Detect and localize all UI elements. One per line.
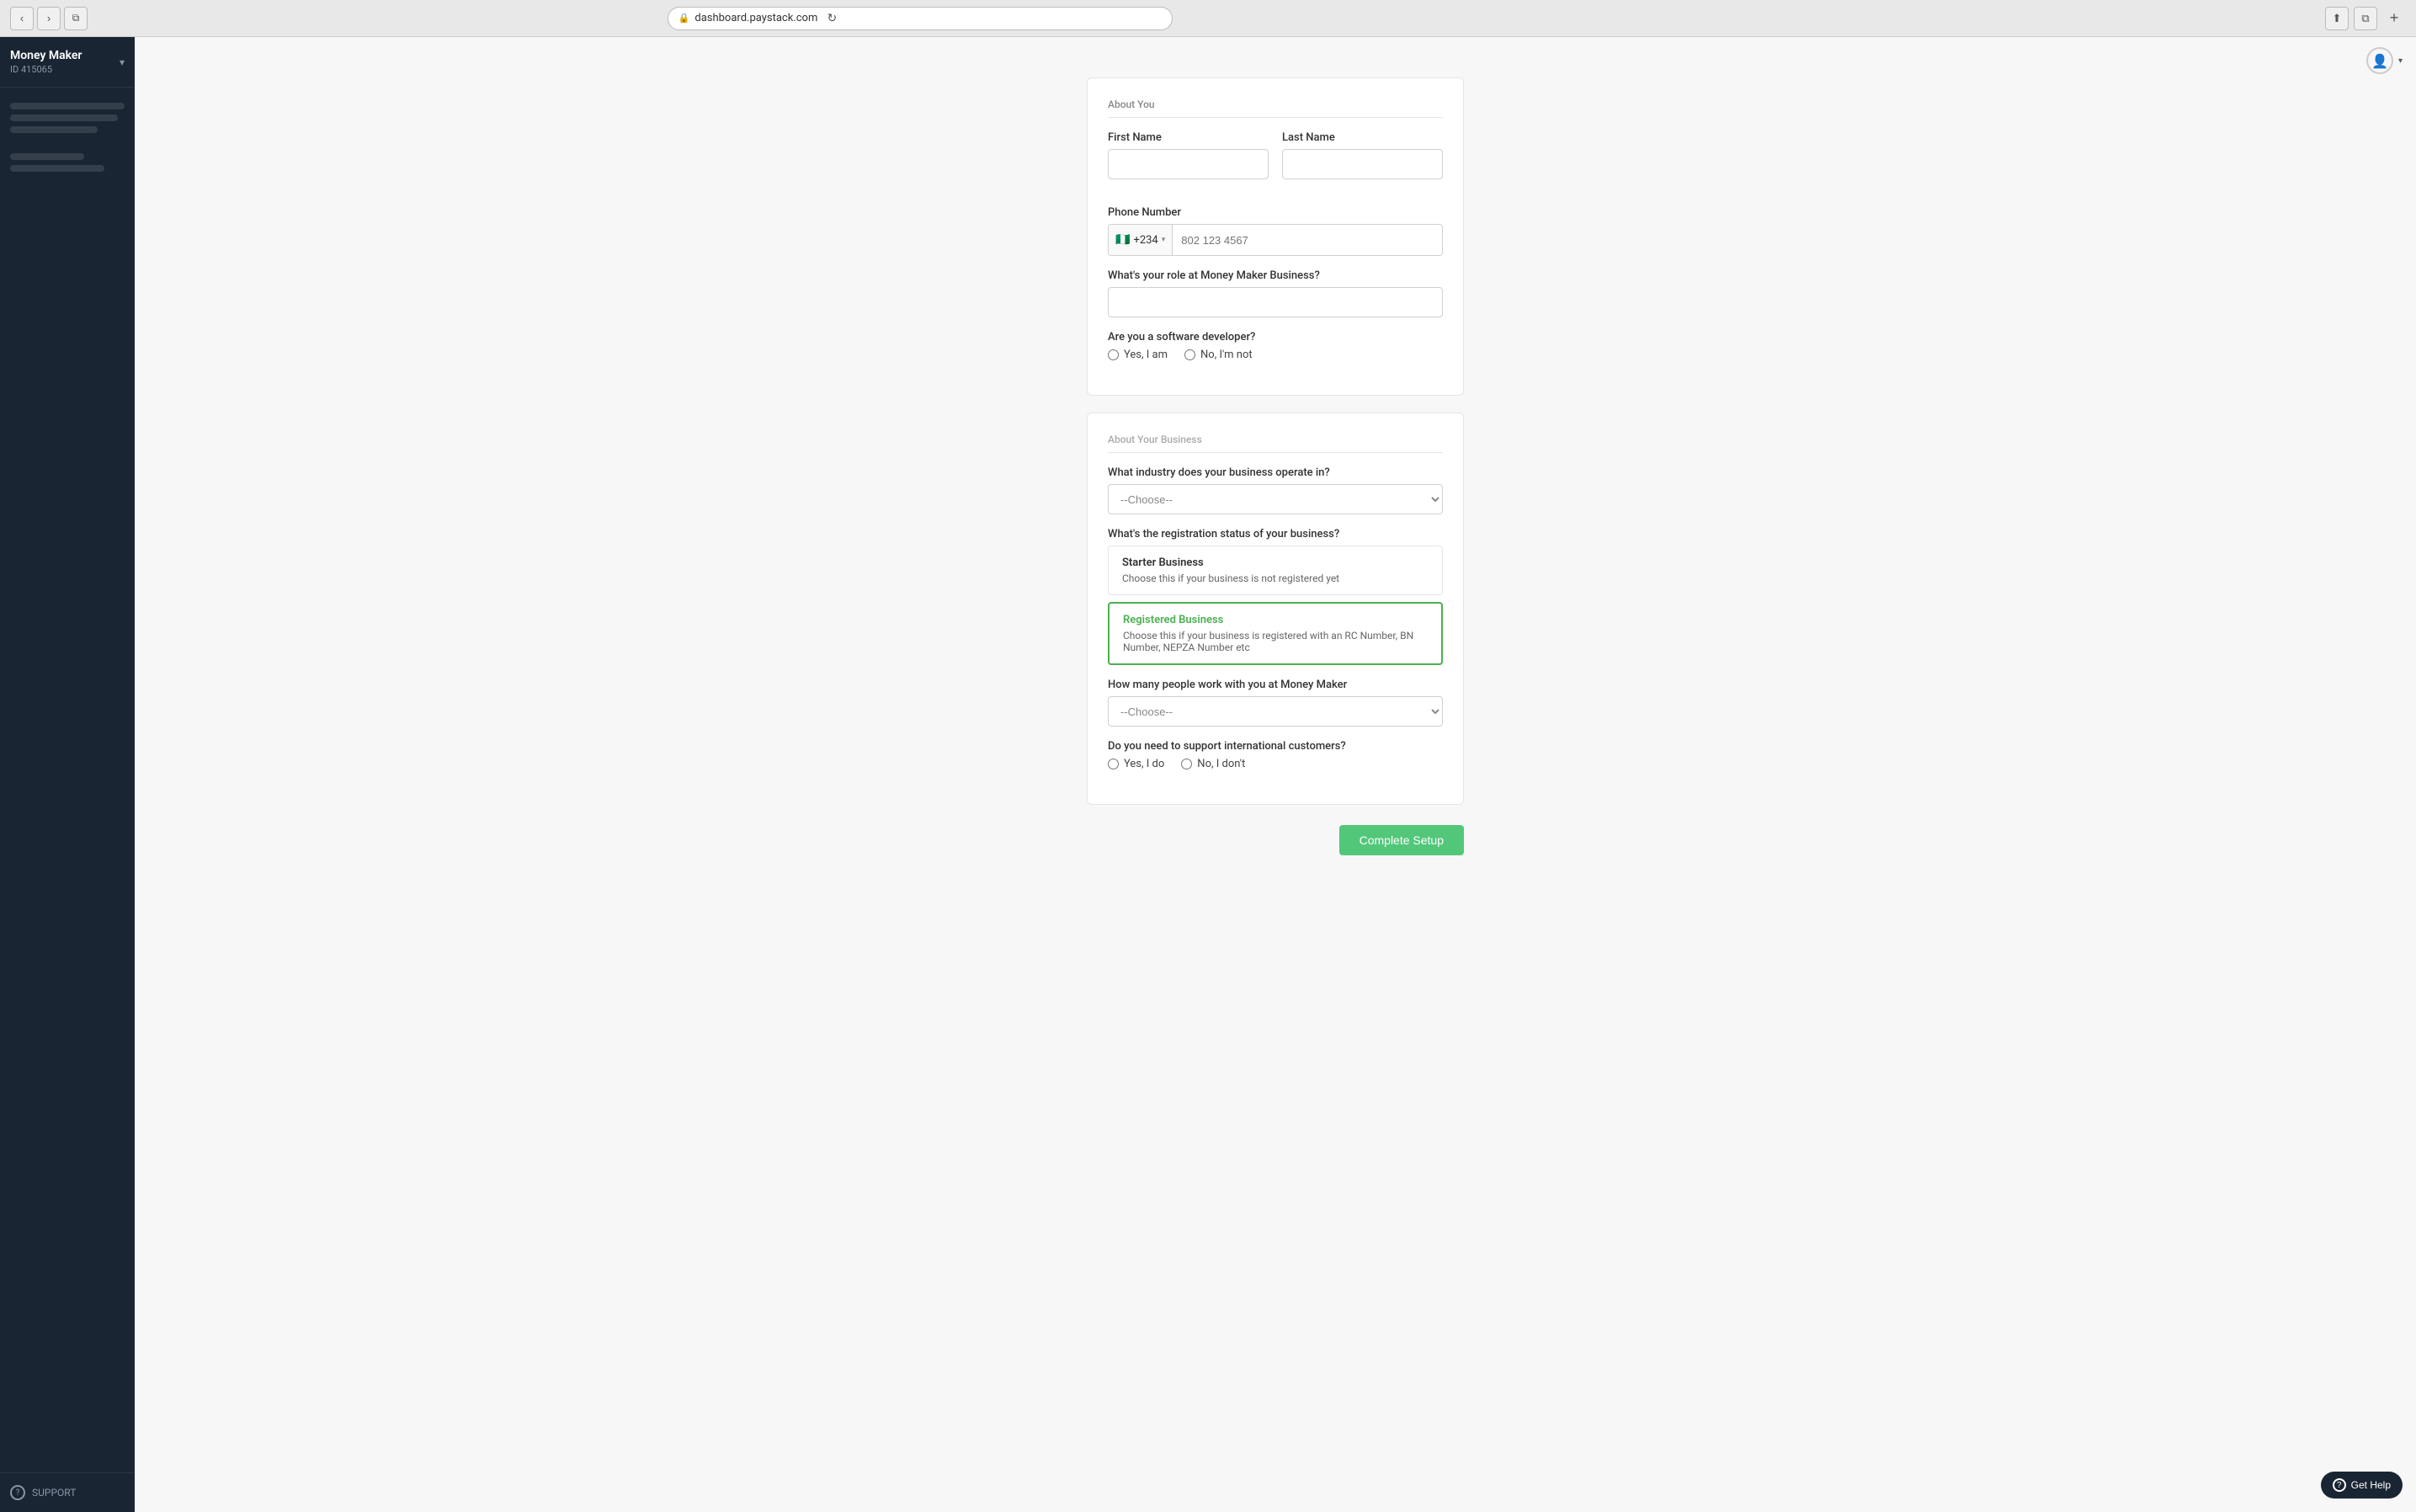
registration-group: What's the registration status of your b… [1108,528,1443,665]
get-help-button[interactable]: ? Get Help [2321,1472,2403,1499]
help-label: Get Help [2351,1479,2391,1491]
user-avatar[interactable]: 👤 [2366,47,2393,74]
nav-line-5 [10,165,104,172]
developer-radio-group: Yes, I am No, I'm not [1108,349,1443,361]
nav-line-1 [10,103,125,109]
chevron-down-icon: ▾ [120,56,125,68]
app: Money Maker ID 415065 ▾ ? SUPPORT 👤 ▾ [0,37,2416,1512]
intl-no-label[interactable]: No, I don't [1181,758,1245,770]
name-row: First Name Last Name [1108,131,1443,193]
registration-label: What's the registration status of your b… [1108,528,1443,540]
about-you-title: About You [1108,98,1443,118]
sidebar-header[interactable]: Money Maker ID 415065 ▾ [0,37,135,88]
dev-yes-radio[interactable] [1108,349,1119,360]
starter-title: Starter Business [1122,556,1429,569]
support-label: SUPPORT [32,1487,76,1499]
reload-button[interactable]: ↻ [822,9,841,28]
role-group: What's your role at Money Maker Business… [1108,269,1443,317]
first-name-group: First Name [1108,131,1269,179]
top-bar: 👤 ▾ [2366,47,2403,74]
dev-no-label[interactable]: No, I'm not [1184,349,1253,361]
sidebar: Money Maker ID 415065 ▾ ? SUPPORT [0,37,135,1512]
role-input[interactable] [1108,287,1443,317]
sidebar-brand: Money Maker ID 415065 [10,49,82,75]
forward-button[interactable]: › [37,7,61,30]
phone-country-selector[interactable]: 🇳🇬 +234 ▾ [1109,225,1173,255]
user-caret-icon: ▾ [2398,56,2403,66]
back-button[interactable]: ‹ [10,7,34,30]
browser-actions: ⬆ ⧉ + [2325,7,2406,30]
duplicate-button[interactable]: ⧉ [2354,7,2377,30]
intl-no-radio[interactable] [1181,759,1192,769]
complete-setup-button[interactable]: Complete Setup [1339,825,1464,855]
first-name-input[interactable] [1108,149,1269,179]
help-icon: ? [2333,1478,2346,1492]
employees-group: How many people work with you at Money M… [1108,679,1443,727]
main-content: 👤 ▾ About You First Name Last Name [135,37,2416,1512]
last-name-label: Last Name [1282,131,1443,144]
dev-yes-text: Yes, I am [1124,349,1168,361]
international-group: Do you need to support international cus… [1108,740,1443,770]
browser-nav: ‹ › ⧉ [10,7,88,30]
dev-no-radio[interactable] [1184,349,1195,360]
phone-label: Phone Number [1108,206,1443,219]
nav-line-2 [10,114,118,121]
new-tab-button[interactable]: + [2382,7,2406,30]
complete-btn-wrap: Complete Setup [1087,825,1464,855]
last-name-input[interactable] [1282,149,1443,179]
developer-group: Are you a software developer? Yes, I am … [1108,331,1443,361]
registered-desc: Choose this if your business is register… [1123,630,1428,653]
registration-options: Starter Business Choose this if your bus… [1108,546,1443,665]
about-you-card: About You First Name Last Name Phone Num… [1087,77,1464,396]
employees-select[interactable]: --Choose-- [1108,696,1443,727]
international-radio-group: Yes, I do No, I don't [1108,758,1443,770]
about-business-title: About Your Business [1108,434,1443,453]
intl-no-text: No, I don't [1197,758,1245,770]
phone-group: Phone Number 🇳🇬 +234 ▾ [1108,206,1443,256]
address-bar[interactable]: 🔒 dashboard.paystack.com ↻ [668,7,1173,30]
lock-icon: 🔒 [679,13,690,24]
phone-number-input[interactable] [1173,225,1442,255]
starter-desc: Choose this if your business is not regi… [1122,572,1429,584]
about-business-card: About Your Business What industry does y… [1087,413,1464,805]
phone-code: +234 [1133,234,1157,247]
industry-label: What industry does your business operate… [1108,466,1443,479]
international-label: Do you need to support international cus… [1108,740,1443,753]
industry-select[interactable]: --Choose-- [1108,484,1443,514]
nav-line-3 [10,126,98,133]
last-name-group: Last Name [1282,131,1443,179]
dev-yes-label[interactable]: Yes, I am [1108,349,1168,361]
nav-line-4 [10,153,84,160]
intl-yes-label[interactable]: Yes, I do [1108,758,1164,770]
tab-view-button[interactable]: ⧉ [64,7,88,30]
phone-caret-icon: ▾ [1162,236,1166,244]
sidebar-footer[interactable]: ? SUPPORT [0,1472,135,1512]
url-text: dashboard.paystack.com [694,12,817,24]
support-icon: ? [10,1485,25,1500]
first-name-label: First Name [1108,131,1269,144]
dev-no-text: No, I'm not [1200,349,1253,361]
nigeria-flag: 🇳🇬 [1115,233,1130,247]
role-label: What's your role at Money Maker Business… [1108,269,1443,282]
brand-name: Money Maker [10,49,82,62]
form-container: About You First Name Last Name Phone Num… [1073,77,1477,855]
phone-input-wrap: 🇳🇬 +234 ▾ [1108,224,1443,256]
registered-title: Registered Business [1123,614,1428,626]
share-button[interactable]: ⬆ [2325,7,2349,30]
industry-group: What industry does your business operate… [1108,466,1443,514]
employees-label: How many people work with you at Money M… [1108,679,1443,691]
starter-business-option[interactable]: Starter Business Choose this if your bus… [1108,546,1443,595]
registered-business-option[interactable]: Registered Business Choose this if your … [1108,602,1443,665]
brand-id: ID 415065 [10,64,82,75]
intl-yes-radio[interactable] [1108,759,1119,769]
developer-label: Are you a software developer? [1108,331,1443,343]
sidebar-nav [0,88,135,1472]
intl-yes-text: Yes, I do [1124,758,1164,770]
browser-chrome: ‹ › ⧉ 🔒 dashboard.paystack.com ↻ ⬆ ⧉ + [0,0,2416,37]
